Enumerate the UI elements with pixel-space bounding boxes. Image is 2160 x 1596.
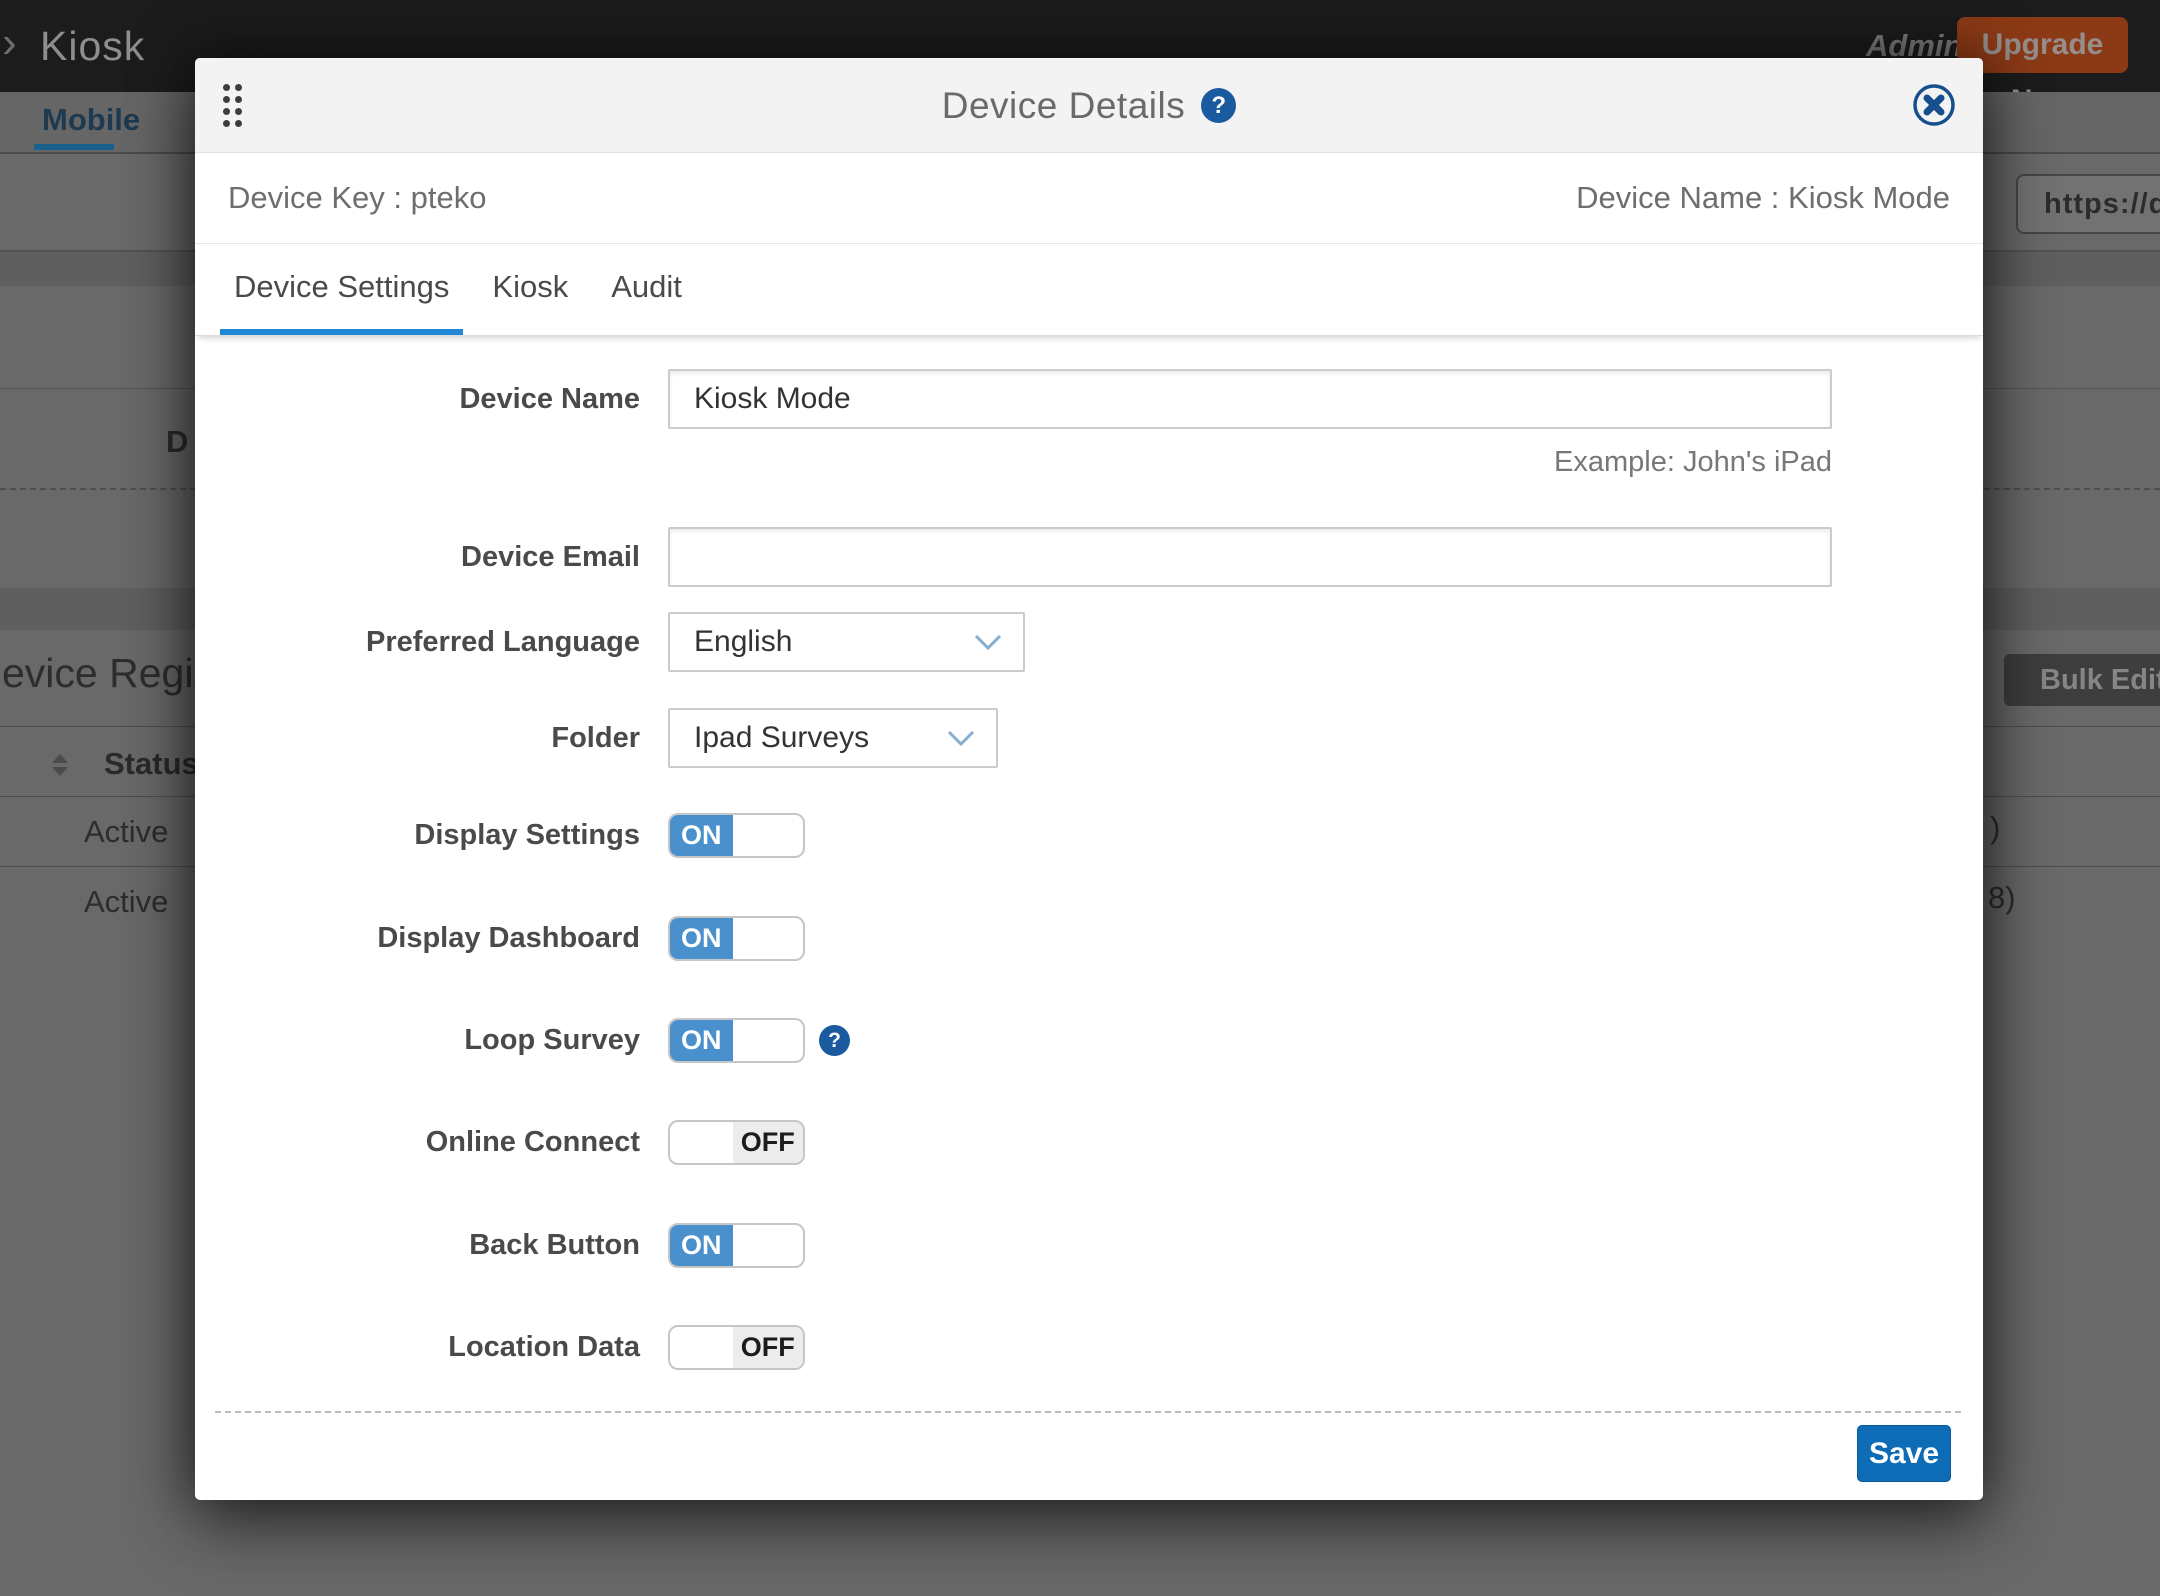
table-row-fragment: 8) xyxy=(1988,880,2016,916)
screen: › Kiosk Admin Upgrade Now Mobile https:/… xyxy=(0,0,2160,1596)
close-icon[interactable] xyxy=(1911,82,1957,128)
table-row-status: Active xyxy=(84,814,168,850)
device-key-text: Device Key : pteko xyxy=(228,180,486,216)
device-settings-form: Device Name Example: John's iPad Device … xyxy=(195,336,1983,1500)
bg-label-fragment: D xyxy=(166,424,188,460)
preferred-language-label: Preferred Language xyxy=(195,612,640,672)
location-data-toggle[interactable]: OFF xyxy=(668,1325,805,1370)
display-dashboard-label: Display Dashboard xyxy=(195,916,640,961)
preferred-language-select[interactable]: English xyxy=(668,612,1025,672)
page-title: Kiosk xyxy=(40,0,145,92)
chevron-down-icon xyxy=(973,633,1003,651)
device-email-input[interactable] xyxy=(668,527,1832,587)
device-name-hint: Example: John's iPad xyxy=(668,446,1832,479)
device-name-text: Device Name : Kiosk Mode xyxy=(1576,180,1950,216)
folder-select[interactable]: Ipad Surveys xyxy=(668,708,998,768)
preferred-language-value: English xyxy=(694,625,792,659)
status-column-header[interactable]: Status xyxy=(104,746,199,782)
folder-value: Ipad Surveys xyxy=(694,721,869,755)
bulk-edit-devices-button[interactable]: Bulk Edit Dev xyxy=(2004,654,2160,706)
online-connect-label: Online Connect xyxy=(195,1120,640,1165)
share-url-input[interactable]: https://qa. xyxy=(2016,174,2160,234)
modal-subheader: Device Key : pteko Device Name : Kiosk M… xyxy=(195,153,1983,244)
table-row-fragment: ) xyxy=(1990,810,2000,846)
toggle-state-label: OFF xyxy=(733,1327,803,1368)
display-settings-label: Display Settings xyxy=(195,813,640,858)
tab-mobile[interactable]: Mobile xyxy=(42,102,140,138)
location-data-label: Location Data xyxy=(195,1325,640,1370)
help-icon[interactable]: ? xyxy=(1201,88,1236,123)
tab-audit[interactable]: Audit xyxy=(597,244,696,335)
modal-title: Device Details xyxy=(942,85,1185,127)
modal-tabs: Device Settings Kiosk Audit xyxy=(195,244,1983,336)
table-row-status: Active xyxy=(84,884,168,920)
help-icon[interactable]: ? xyxy=(819,1025,850,1056)
sort-icon[interactable] xyxy=(52,752,68,778)
device-details-modal: Device Details ? Device Key : pteko Devi… xyxy=(195,58,1983,1500)
device-email-label: Device Email xyxy=(195,527,640,587)
loop-survey-toggle[interactable]: ON xyxy=(668,1018,805,1063)
toggle-state-label: ON xyxy=(670,918,733,959)
toggle-state-label: ON xyxy=(670,1020,733,1061)
toggle-state-label: OFF xyxy=(733,1122,803,1163)
display-settings-toggle[interactable]: ON xyxy=(668,813,805,858)
display-dashboard-toggle[interactable]: ON xyxy=(668,916,805,961)
tab-device-settings[interactable]: Device Settings xyxy=(220,244,463,335)
back-button-label: Back Button xyxy=(195,1223,640,1268)
tab-mobile-underline xyxy=(34,144,114,150)
save-button[interactable]: Save xyxy=(1857,1425,1951,1482)
device-name-input[interactable] xyxy=(668,369,1832,429)
toggle-state-label: ON xyxy=(670,1225,733,1266)
toggle-state-label: ON xyxy=(670,815,733,856)
footer-dashed-divider xyxy=(215,1411,1961,1413)
tab-kiosk[interactable]: Kiosk xyxy=(478,244,582,335)
modal-header: Device Details ? xyxy=(195,58,1983,153)
breadcrumb-chevron-icon: › xyxy=(2,18,17,68)
loop-survey-label: Loop Survey xyxy=(195,1018,640,1063)
chevron-down-icon xyxy=(946,729,976,747)
folder-label: Folder xyxy=(195,708,640,768)
back-button-toggle[interactable]: ON xyxy=(668,1223,805,1268)
device-name-label: Device Name xyxy=(195,369,640,429)
online-connect-toggle[interactable]: OFF xyxy=(668,1120,805,1165)
